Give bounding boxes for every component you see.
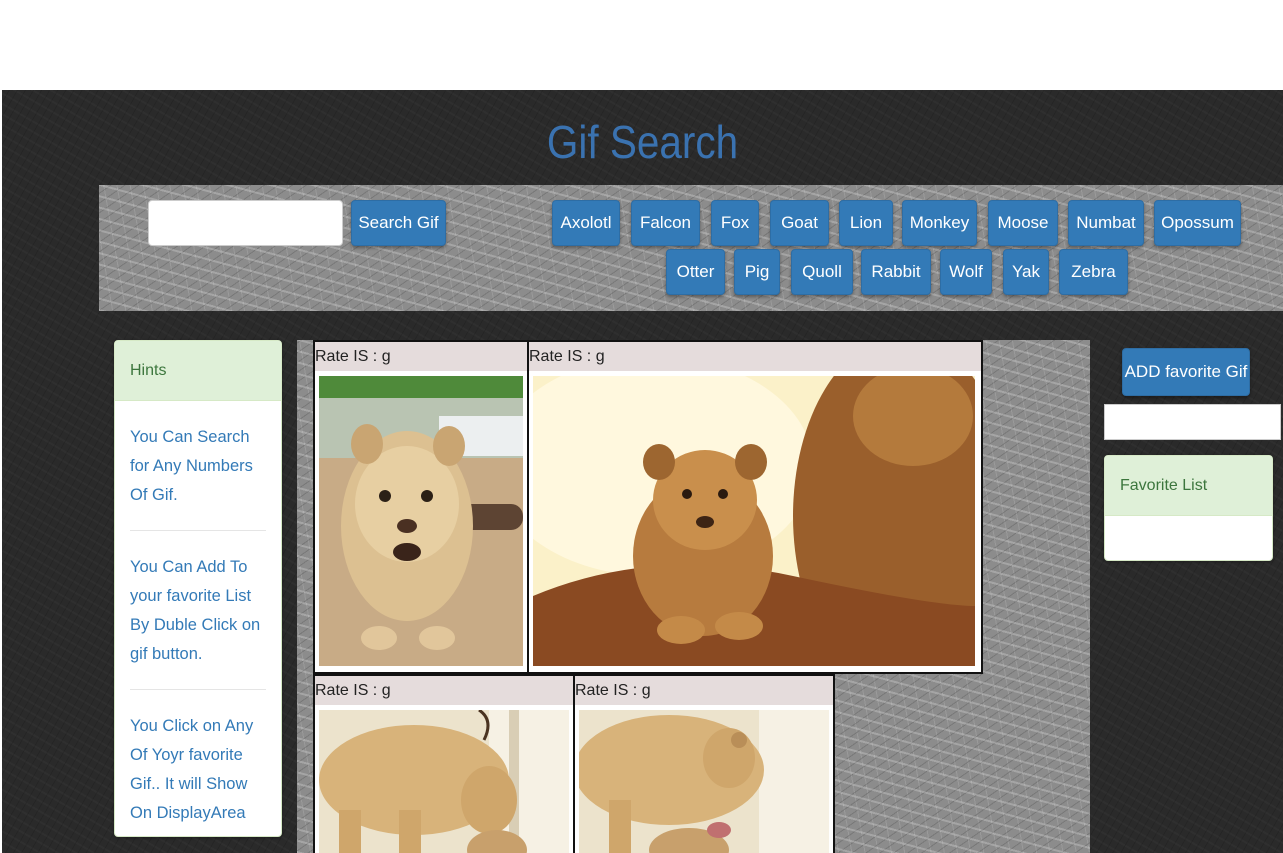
animal-button-pig[interactable]: Pig: [734, 249, 780, 295]
hints-panel-title: Hints: [115, 341, 281, 401]
hint-item: You Can Add To your favorite List By Dub…: [130, 531, 266, 690]
gif-rating: Rate IS : g: [315, 342, 527, 371]
gif-rating: Rate IS : g: [529, 342, 981, 371]
lioness-with-cub-image[interactable]: [319, 710, 569, 853]
animal-button-numbat[interactable]: Numbat: [1068, 200, 1144, 246]
favorite-list-title: Favorite List: [1105, 456, 1272, 516]
animal-button-goat[interactable]: Goat: [770, 200, 829, 246]
favorite-list-body: [1105, 516, 1272, 560]
animal-button-falcon[interactable]: Falcon: [631, 200, 700, 246]
animal-button-yak[interactable]: Yak: [1003, 249, 1049, 295]
lioness-with-cub-image[interactable]: [579, 710, 829, 853]
lion-cub-on-rock-image[interactable]: [533, 376, 975, 666]
search-gif-button[interactable]: Search Gif: [351, 200, 446, 246]
hint-item: You Can Search for Any Numbers Of Gif.: [130, 401, 266, 531]
lion-cub-walking-image[interactable]: [319, 376, 523, 666]
gif-card[interactable]: Rate IS : g: [527, 340, 983, 674]
animal-button-rabbit[interactable]: Rabbit: [861, 249, 931, 295]
animal-button-moose[interactable]: Moose: [988, 200, 1058, 246]
animal-button-otter[interactable]: Otter: [666, 249, 725, 295]
add-favorite-gif-button[interactable]: ADD favorite Gif: [1122, 348, 1250, 396]
animal-button-zebra[interactable]: Zebra: [1059, 249, 1128, 295]
animal-button-opossum[interactable]: Opossum: [1154, 200, 1241, 246]
display-area: Rate IS : g Rate IS: g Rate IS: g Rate…: [297, 340, 1090, 853]
gif-card[interactable]: Rate IS : g: [573, 674, 835, 853]
animal-button-axolotl[interactable]: Axolotl: [552, 200, 620, 246]
page-title: Gif Search: [546, 116, 739, 168]
hint-item: You Click on Any Of Yoyr favorite Gif.. …: [130, 717, 254, 822]
favorite-list-panel: Favorite List: [1104, 455, 1273, 561]
app-container: Gif Search Search Gif Axolotl Falcon Fox…: [2, 90, 1283, 853]
animal-button-lion[interactable]: Lion: [839, 200, 893, 246]
gif-card[interactable]: Rate IS : g: [313, 674, 575, 853]
animal-button-monkey[interactable]: Monkey: [902, 200, 977, 246]
hints-panel: Hints You Can Search for Any Numbers Of …: [114, 340, 282, 837]
animal-button-quoll[interactable]: Quoll: [791, 249, 853, 295]
search-bar: Search Gif Axolotl Falcon Fox Goat Lion …: [99, 185, 1283, 311]
favorite-gif-input[interactable]: [1104, 404, 1281, 440]
gif-card[interactable]: Rate IS : g: [313, 340, 529, 674]
gif-rating: Rate IS : g: [315, 676, 573, 705]
animal-button-fox[interactable]: Fox: [711, 200, 759, 246]
gif-rating: Rate IS : g: [575, 676, 833, 705]
animal-button-wolf[interactable]: Wolf: [940, 249, 992, 295]
search-input[interactable]: [148, 200, 343, 246]
